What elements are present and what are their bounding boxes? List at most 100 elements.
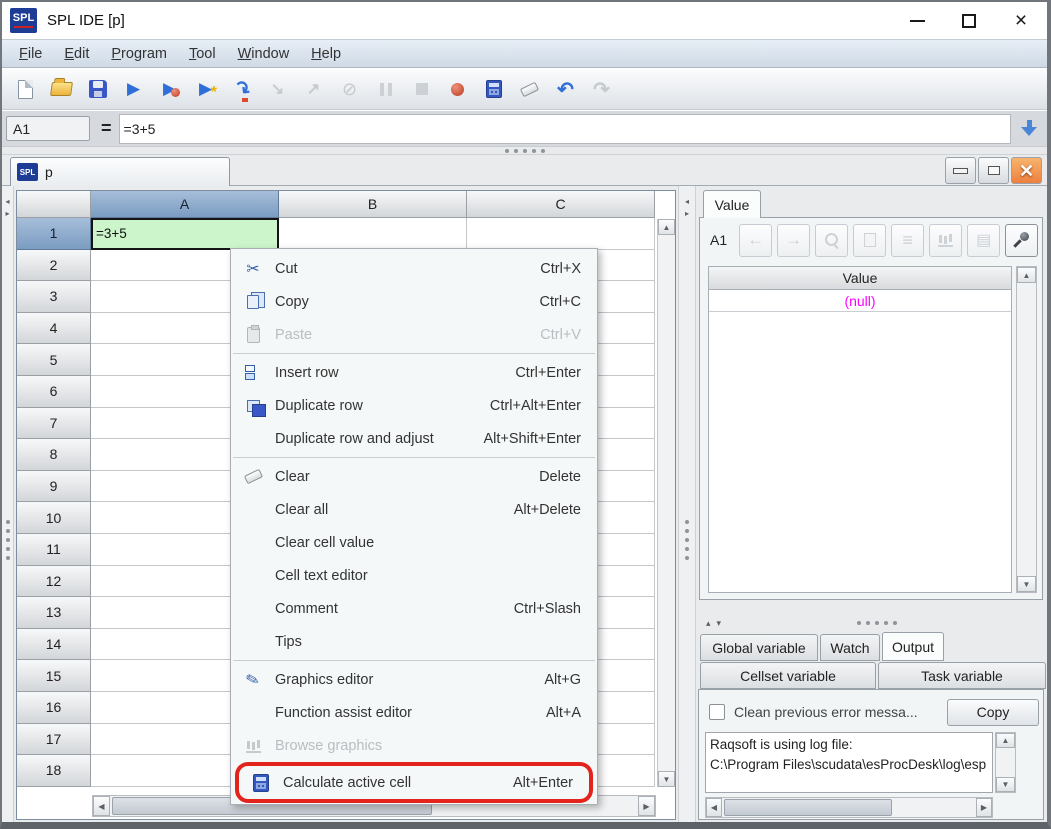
menu-item-cell-text-editor[interactable]: Cell text editor <box>231 559 597 592</box>
log-output[interactable]: Raqsoft is using log file:C:\Program Fil… <box>705 732 993 793</box>
value-vertical-scrollbar[interactable]: ▲ ▼ <box>1016 266 1037 593</box>
panel-splitter[interactable]: ▴▾ <box>698 614 1044 632</box>
scroll-down-icon[interactable]: ▼ <box>658 771 675 787</box>
breakpoint-button[interactable] <box>444 76 471 103</box>
menu-item-copy[interactable]: CopyCtrl+C <box>231 285 597 318</box>
center-splitter[interactable]: ◂▸ <box>678 186 696 822</box>
tab-watch[interactable]: Watch <box>820 634 880 661</box>
scroll-down-icon[interactable]: ▼ <box>1017 576 1036 592</box>
scrollbar-thumb[interactable] <box>724 799 892 816</box>
window-close-button[interactable]: × <box>995 2 1047 39</box>
corner-header[interactable] <box>17 191 91 218</box>
row-header-13[interactable]: 13 <box>17 597 91 629</box>
cell-b1[interactable] <box>279 218 467 250</box>
run-to-cursor-button[interactable] <box>192 76 219 103</box>
row-header-9[interactable]: 9 <box>17 471 91 503</box>
grid-vertical-scrollbar[interactable]: ▲ ▼ <box>657 219 675 787</box>
tab-value[interactable]: Value <box>703 190 761 218</box>
undo-button[interactable] <box>552 76 579 103</box>
menu-item-clear-all[interactable]: Clear allAlt+Delete <box>231 493 597 526</box>
formula-input[interactable]: =3+5 <box>119 114 1011 144</box>
row-header-6[interactable]: 6 <box>17 376 91 408</box>
left-splitter[interactable]: ◂▸ <box>2 186 14 822</box>
menu-item-clear-cell-value[interactable]: Clear cell value <box>231 526 597 559</box>
row-header-11[interactable]: 11 <box>17 534 91 566</box>
scroll-right-icon[interactable]: ▶ <box>976 798 992 817</box>
menu-item-function-assist-editor[interactable]: Function assist editorAlt+A <box>231 696 597 729</box>
value-null-row[interactable]: (null) <box>709 290 1011 312</box>
menu-item-insert-row[interactable]: Insert rowCtrl+Enter <box>231 356 597 389</box>
clear-button[interactable] <box>516 76 543 103</box>
tab-cellset-variable[interactable]: Cellset variable <box>700 662 876 689</box>
scroll-down-icon[interactable]: ▼ <box>996 777 1015 792</box>
menu-item-tips[interactable]: Tips <box>231 625 597 658</box>
menu-item-cut[interactable]: CutCtrl+X <box>231 252 597 285</box>
menu-window[interactable]: Window <box>227 46 301 62</box>
scroll-up-icon[interactable]: ▲ <box>658 219 675 235</box>
row-header-10[interactable]: 10 <box>17 502 91 534</box>
splitter-arrows-icon[interactable]: ▴▾ <box>706 618 727 629</box>
save-file-button[interactable] <box>84 76 111 103</box>
menu-item-duplicate-row-and-adjust[interactable]: Duplicate row and adjustAlt+Shift+Enter <box>231 422 597 455</box>
menu-edit[interactable]: Edit <box>53 46 100 62</box>
run-debug-button[interactable] <box>156 76 183 103</box>
column-header-c[interactable]: C <box>467 191 655 218</box>
row-header-8[interactable]: 8 <box>17 439 91 471</box>
menu-help[interactable]: Help <box>300 46 352 62</box>
menu-file[interactable]: File <box>8 46 53 62</box>
menu-item-comment[interactable]: CommentCtrl+Slash <box>231 592 597 625</box>
cell-c1[interactable] <box>467 218 655 250</box>
column-header-a[interactable]: A <box>91 191 279 218</box>
tab-p[interactable]: SPL p <box>10 157 230 186</box>
copy-button[interactable]: Copy <box>947 699 1039 726</box>
row-header-12[interactable]: 12 <box>17 566 91 598</box>
pin-button[interactable] <box>1005 224 1038 257</box>
collapse-left-icon[interactable]: ◂ <box>5 196 9 208</box>
column-header-b[interactable]: B <box>279 191 467 218</box>
menu-item-clear[interactable]: ClearDelete <box>231 460 597 493</box>
menu-program[interactable]: Program <box>100 46 178 62</box>
row-header-15[interactable]: 15 <box>17 660 91 692</box>
sheet-restore-button[interactable] <box>978 157 1009 184</box>
menu-item-graphics-editor[interactable]: Graphics editorAlt+G <box>231 663 597 696</box>
row-header-5[interactable]: 5 <box>17 344 91 376</box>
row-header-17[interactable]: 17 <box>17 724 91 756</box>
sheet-minimize-button[interactable] <box>945 157 976 184</box>
row-header-7[interactable]: 7 <box>17 408 91 440</box>
scroll-left-icon[interactable]: ◀ <box>706 798 722 817</box>
cell-ref-box[interactable]: A1 <box>6 116 90 141</box>
scroll-left-icon[interactable]: ◀ <box>93 796 110 816</box>
row-header-16[interactable]: 16 <box>17 692 91 724</box>
row-header-14[interactable]: 14 <box>17 629 91 661</box>
expand-formula-button[interactable] <box>1011 120 1047 137</box>
new-file-button[interactable] <box>12 76 39 103</box>
expand-right-icon[interactable]: ▸ <box>5 208 9 220</box>
tab-global-variable[interactable]: Global variable <box>700 634 818 661</box>
calculate-button[interactable] <box>480 76 507 103</box>
clean-errors-checkbox[interactable] <box>709 704 725 720</box>
scroll-up-icon[interactable]: ▲ <box>1017 267 1036 283</box>
window-maximize-button[interactable] <box>943 2 995 39</box>
collapse-left-icon[interactable]: ◂ <box>685 196 689 208</box>
tab-output[interactable]: Output <box>882 632 944 661</box>
menu-item-calculate-active-cell[interactable]: Calculate active cellAlt+Enter <box>239 766 589 799</box>
tab-task-variable[interactable]: Task variable <box>878 662 1046 689</box>
run-button[interactable] <box>120 76 147 103</box>
menu-tool[interactable]: Tool <box>178 46 227 62</box>
scroll-right-icon[interactable]: ▶ <box>638 796 655 816</box>
menu-item-duplicate-row[interactable]: Duplicate rowCtrl+Alt+Enter <box>231 389 597 422</box>
log-horizontal-scrollbar[interactable]: ◀ ▶ <box>705 797 993 818</box>
window-minimize-button[interactable] <box>891 2 943 39</box>
row-header-4[interactable]: 4 <box>17 313 91 345</box>
expand-right-icon[interactable]: ▸ <box>685 208 689 220</box>
horizontal-splitter[interactable] <box>2 146 1047 155</box>
open-file-button[interactable] <box>48 76 75 103</box>
row-header-3[interactable]: 3 <box>17 281 91 313</box>
row-header-18[interactable]: 18 <box>17 755 91 787</box>
scroll-up-icon[interactable]: ▲ <box>996 733 1015 748</box>
row-header-2[interactable]: 2 <box>17 250 91 282</box>
row-header-1[interactable]: 1 <box>17 218 91 250</box>
sheet-close-button[interactable]: ✕ <box>1011 157 1042 184</box>
step-next-button[interactable] <box>228 76 255 103</box>
cell-a1[interactable]: =3+5 <box>91 218 279 250</box>
